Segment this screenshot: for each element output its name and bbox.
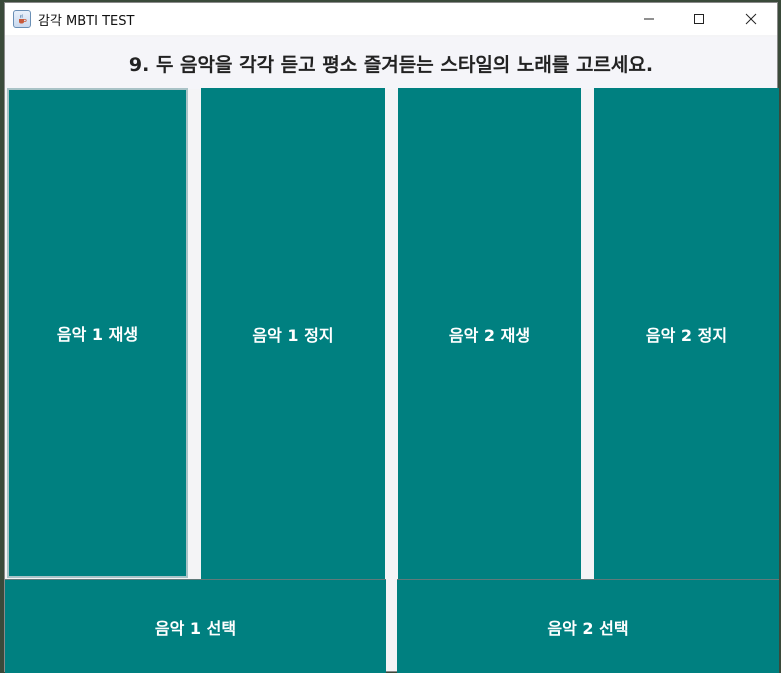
- title-bar[interactable]: 감각 MBTI TEST: [5, 3, 777, 35]
- music2-stop-button[interactable]: 음악 2 정지: [594, 88, 779, 579]
- music2-select-button[interactable]: 음악 2 선택: [397, 579, 779, 673]
- music1-play-button[interactable]: 음악 1 재생: [7, 88, 188, 578]
- close-icon: [745, 13, 757, 25]
- close-button[interactable]: [726, 3, 776, 35]
- window-title: 감각 MBTI TEST: [38, 13, 135, 29]
- music1-select-button[interactable]: 음악 1 선택: [5, 579, 386, 673]
- app-window: 감각 MBTI TEST 9. 두 음악을 각각 듣고 평소 즐겨듣는 스타일의…: [4, 2, 779, 673]
- music2-play-button[interactable]: 음악 2 재생: [398, 88, 581, 579]
- question-label: 9. 두 음악을 각각 듣고 평소 즐겨듣는 스타일의 노래를 고르세요.: [5, 37, 777, 89]
- java-app-icon[interactable]: [13, 10, 31, 28]
- minimize-button[interactable]: [624, 3, 674, 35]
- maximize-button[interactable]: [674, 3, 724, 35]
- music1-stop-button[interactable]: 음악 1 정지: [201, 88, 385, 579]
- maximize-icon: [694, 14, 704, 24]
- minimize-icon: [644, 18, 654, 20]
